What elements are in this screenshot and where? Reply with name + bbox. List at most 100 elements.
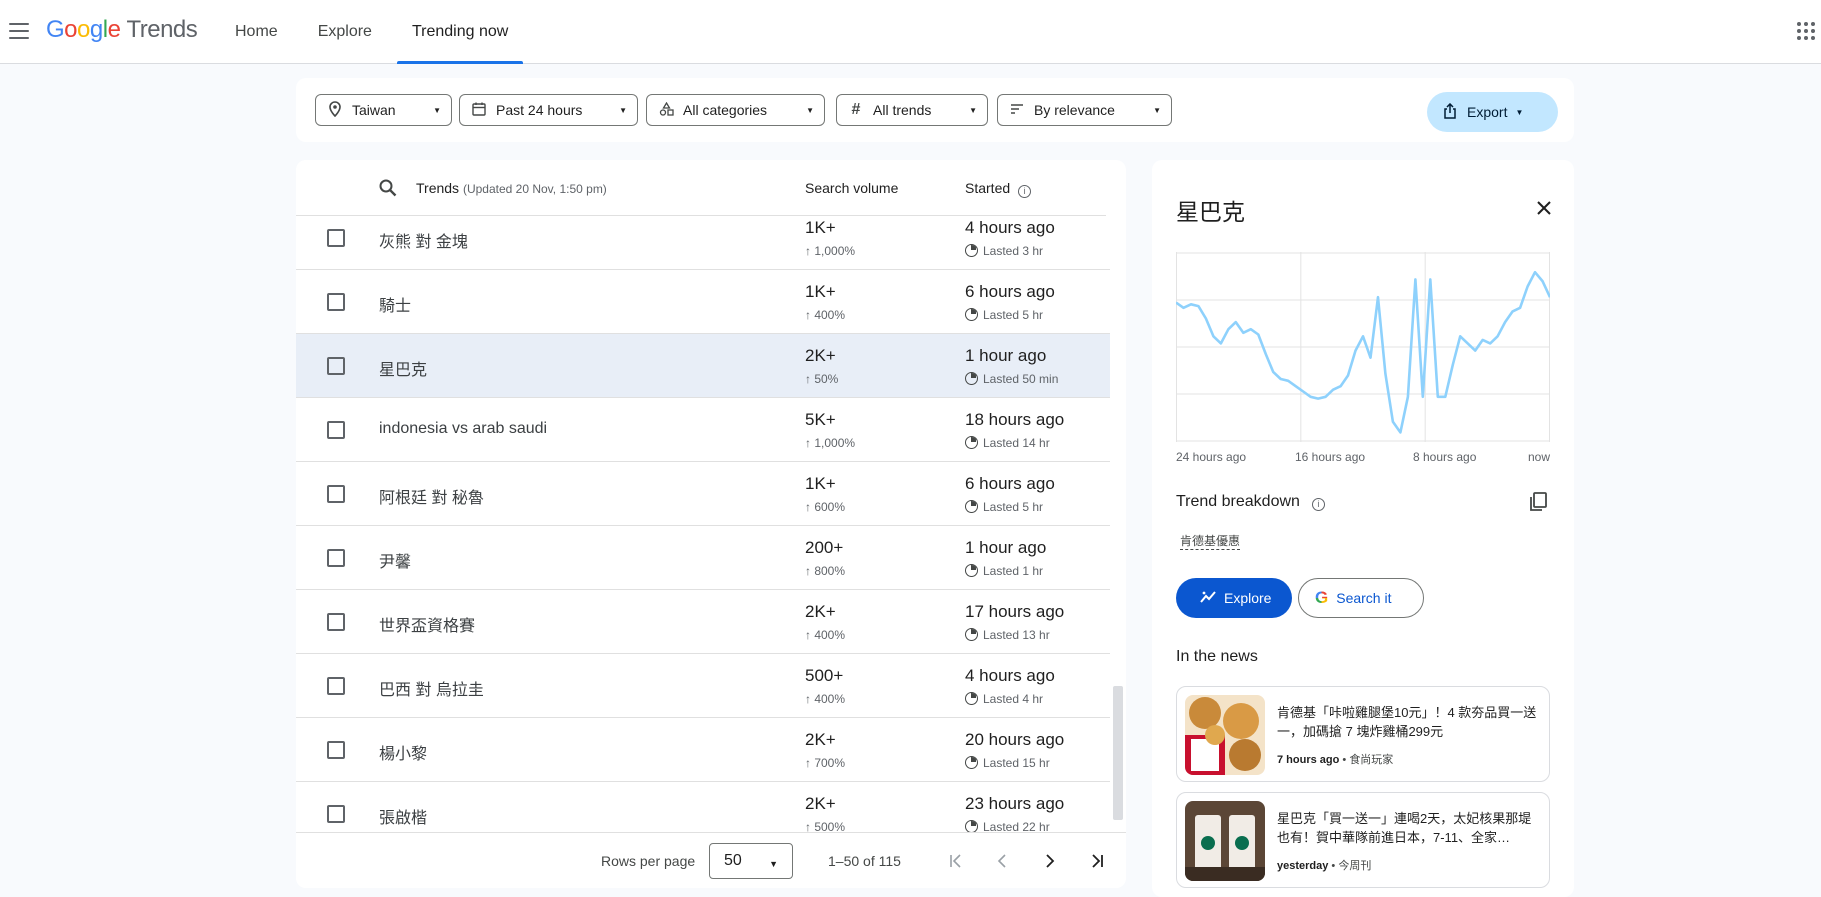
- news-source: 今周刊: [1338, 860, 1372, 872]
- trend-breakdown-label: Trend breakdown: [1176, 493, 1300, 510]
- news-card[interactable]: 肯德基「咔啦雞腿堡10元」！4 款夯品買一送一，加碼搶 7 塊炸雞桶299元 7…: [1176, 686, 1550, 782]
- caret-down-icon: ▼: [806, 105, 814, 115]
- lasted-text: Lasted 15 hr: [983, 756, 1050, 770]
- timer-icon: [965, 372, 978, 385]
- google-g-icon: G: [1315, 588, 1329, 607]
- search-volume: 1K+: [805, 218, 836, 237]
- table-row[interactable]: 星巴克 2K+ ↑ 50% 1 hour ago Lasted 50 min: [296, 334, 1110, 398]
- lasted-duration: Lasted 1 hr: [965, 564, 1043, 578]
- hashtag-icon: #: [851, 101, 861, 118]
- x-tick-label: 8 hours ago: [1413, 450, 1477, 464]
- timer-icon: [965, 308, 978, 321]
- table-row[interactable]: 世界盃資格賽 2K+ ↑ 400% 17 hours ago Lasted 13 hr: [296, 590, 1110, 654]
- row-checkbox[interactable]: [327, 293, 345, 311]
- table-row[interactable]: 楊小黎 2K+ ↑ 700% 20 hours ago Lasted 15 hr: [296, 718, 1110, 782]
- trend-title: 星巴克: [379, 362, 428, 379]
- row-checkbox[interactable]: [327, 613, 345, 631]
- explore-button[interactable]: Explore: [1176, 578, 1292, 618]
- started-time: 18 hours ago: [965, 410, 1065, 429]
- info-icon[interactable]: i: [1311, 498, 1325, 511]
- lasted-text: Lasted 50 min: [983, 372, 1059, 386]
- rows-per-page-value: 50: [724, 852, 742, 869]
- category-filter-button[interactable]: All categories ▼: [646, 94, 825, 126]
- trend-title: 楊小黎: [379, 746, 428, 763]
- trend-breakdown-heading: Trend breakdown i: [1176, 493, 1325, 511]
- top-bar: Google Trends Home Explore Trending now: [0, 0, 1821, 64]
- news-time: 7 hours ago: [1277, 754, 1340, 766]
- search-it-button[interactable]: G Search it: [1298, 578, 1424, 618]
- caret-down-icon: ▼: [1515, 107, 1524, 117]
- row-checkbox[interactable]: [327, 485, 345, 503]
- started-time: 4 hours ago: [965, 218, 1055, 237]
- last-page-icon[interactable]: [1083, 847, 1111, 875]
- sort-icon: [1008, 102, 1026, 118]
- search-interest-chart[interactable]: [1176, 252, 1550, 442]
- table-row[interactable]: indonesia vs arab saudi 5K+ ↑ 1,000% 18 hou…: [296, 398, 1110, 462]
- table-row[interactable]: 阿根廷 對 秘魯 1K+ ↑ 600% 6 hours ago Lasted 5 hr: [296, 462, 1110, 526]
- column-header-trends: Trends (Updated 20 Nov, 1:50 pm): [416, 180, 607, 196]
- row-checkbox[interactable]: [327, 421, 345, 439]
- search-icon[interactable]: [378, 178, 398, 198]
- calendar-icon: [470, 102, 488, 119]
- volume-change: ↑ 400%: [805, 308, 846, 322]
- row-checkbox[interactable]: [327, 357, 345, 375]
- row-checkbox[interactable]: [327, 229, 345, 247]
- chart-series-line: [1176, 270, 1550, 434]
- search-volume: 200+: [805, 538, 844, 557]
- row-checkbox[interactable]: [327, 549, 345, 567]
- row-checkbox[interactable]: [327, 741, 345, 759]
- breakdown-query-chip[interactable]: 肯德基優惠: [1180, 532, 1241, 550]
- time-filter-label: Past 24 hours: [496, 102, 583, 118]
- table-scrollbar-thumb[interactable]: [1113, 686, 1123, 820]
- timer-icon: [965, 500, 978, 513]
- lasted-text: Lasted 3 hr: [983, 244, 1044, 258]
- trend-type-filter-label: All trends: [873, 102, 932, 118]
- news-meta: yesterday • 今周刊: [1277, 860, 1372, 872]
- sort-filter-label: By relevance: [1034, 102, 1115, 118]
- logo-trends-text: Trends: [126, 16, 198, 43]
- share-upload-icon: [1443, 102, 1457, 122]
- news-headline: 肯德基「咔啦雞腿堡10元」！4 款夯品買一送一，加碼搶 7 塊炸雞桶299元: [1277, 705, 1537, 739]
- close-icon[interactable]: [1536, 196, 1552, 222]
- time-filter-button[interactable]: Past 24 hours ▼: [459, 94, 638, 126]
- search-volume: 1K+: [805, 282, 836, 301]
- table-row[interactable]: 巴西 對 烏拉圭 500+ ↑ 400% 4 hours ago Lasted 4 hr: [296, 654, 1110, 718]
- column-header-search-volume[interactable]: Search volume: [805, 180, 898, 196]
- table-row[interactable]: 騎士 1K+ ↑ 400% 6 hours ago Lasted 5 hr: [296, 270, 1110, 334]
- table-row[interactable]: 尹馨 200+ ↑ 800% 1 hour ago Lasted 1 hr: [296, 526, 1110, 590]
- google-trends-logo[interactable]: Google Trends: [46, 16, 198, 44]
- tab-explore[interactable]: Explore: [303, 0, 387, 64]
- google-apps-icon[interactable]: [1797, 22, 1815, 40]
- news-time: yesterday: [1277, 860, 1329, 872]
- row-checkbox[interactable]: [327, 677, 345, 695]
- trend-type-filter-button[interactable]: # All trends ▼: [836, 94, 988, 126]
- column-header-started[interactable]: Started i: [965, 180, 1032, 198]
- explore-trend-icon: [1200, 590, 1216, 607]
- previous-page-icon[interactable]: [988, 847, 1016, 875]
- x-tick-label: now: [1528, 450, 1551, 464]
- info-icon[interactable]: i: [1018, 185, 1032, 198]
- timer-icon: [965, 756, 978, 769]
- search-volume: 5K+: [805, 410, 836, 429]
- location-filter-button[interactable]: Taiwan ▼: [315, 94, 452, 126]
- export-button[interactable]: Export ▼: [1427, 92, 1558, 132]
- copy-icon[interactable]: [1528, 491, 1548, 513]
- rows-per-page-select[interactable]: 50 ▼: [709, 843, 793, 879]
- category-shapes-icon: [657, 101, 675, 119]
- tab-home[interactable]: Home: [220, 0, 293, 64]
- lasted-duration: Lasted 13 hr: [965, 628, 1050, 642]
- lasted-text: Lasted 5 hr: [983, 500, 1044, 514]
- first-page-icon[interactable]: [942, 847, 970, 875]
- row-checkbox[interactable]: [327, 805, 345, 823]
- lasted-text: Lasted 1 hr: [983, 564, 1044, 578]
- x-tick-label: 24 hours ago: [1176, 450, 1247, 464]
- volume-change: ↑ 600%: [805, 500, 846, 514]
- timer-icon: [965, 436, 978, 449]
- main-menu-icon[interactable]: [8, 20, 30, 42]
- next-page-icon[interactable]: [1036, 847, 1064, 875]
- tab-trending-now[interactable]: Trending now: [396, 0, 524, 64]
- news-card[interactable]: 星巴克「買一送一」連喝2天，太妃核果那堤也有！賀中華隊前進日本，7-11、全家……: [1176, 792, 1550, 888]
- sort-filter-button[interactable]: By relevance ▼: [997, 94, 1172, 126]
- location-filter-label: Taiwan: [352, 102, 396, 118]
- news-headline: 星巴克「買一送一」連喝2天，太妃核果那堤也有！賀中華隊前進日本，7-11、全家…: [1277, 811, 1532, 845]
